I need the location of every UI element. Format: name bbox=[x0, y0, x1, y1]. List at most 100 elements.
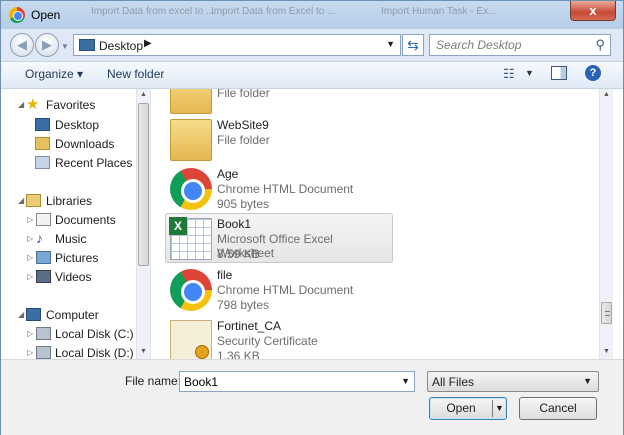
search-icon[interactable]: ⚲ bbox=[595, 37, 605, 53]
chevron-down-icon[interactable]: ▼ bbox=[495, 398, 504, 419]
pictures-icon bbox=[36, 251, 51, 264]
hard-drive-icon bbox=[36, 346, 51, 359]
computer-icon bbox=[26, 308, 41, 321]
expand-icon[interactable]: ▷ bbox=[27, 253, 33, 262]
collapse-icon[interactable]: ◢ bbox=[18, 196, 24, 205]
file-item[interactable]: File folder bbox=[165, 89, 393, 117]
tree-scrollbar[interactable]: ▲ ▼ bbox=[136, 89, 150, 359]
organize-button[interactable]: Organize ▾ bbox=[25, 67, 83, 81]
downloads-folder-icon bbox=[35, 137, 50, 150]
tree-label: Local Disk (D:) bbox=[55, 346, 134, 360]
refresh-button[interactable]: ⇆ bbox=[402, 34, 424, 56]
new-folder-button[interactable]: New folder bbox=[107, 67, 164, 81]
chevron-down-icon[interactable]: ▼ bbox=[401, 376, 410, 386]
tree-label: Downloads bbox=[55, 137, 115, 151]
recent-pages-dropdown[interactable]: ▼ bbox=[61, 42, 69, 51]
chevron-down-icon[interactable]: ▼ bbox=[386, 39, 395, 49]
file-name-input[interactable] bbox=[184, 375, 384, 389]
scroll-up-icon[interactable]: ▲ bbox=[140, 91, 147, 98]
open-label: Open bbox=[446, 401, 476, 415]
chrome-icon bbox=[170, 168, 212, 210]
videos-icon bbox=[36, 270, 51, 283]
tree-item-pictures[interactable]: ▷ Pictures bbox=[1, 249, 136, 268]
title-bar: Open Import Data from excel to ... Impor… bbox=[1, 1, 623, 29]
scroll-thumb[interactable] bbox=[601, 302, 612, 324]
tree-label: Computer bbox=[46, 308, 99, 322]
file-type-value: All Files bbox=[432, 375, 475, 389]
address-location[interactable]: Desktop bbox=[99, 39, 143, 53]
expand-icon[interactable]: ▷ bbox=[27, 215, 33, 224]
grip-icon bbox=[605, 311, 610, 316]
file-item[interactable]: Fortinet_CA Security Certificate 1.36 KB bbox=[165, 315, 393, 359]
background-tab: Import Data from Excel to ... bbox=[211, 6, 336, 17]
file-item[interactable]: WebSite9 File folder bbox=[165, 114, 393, 164]
file-name-combobox[interactable]: ▼ bbox=[179, 371, 415, 392]
background-tab: Import Human Task - Ex... bbox=[381, 6, 497, 17]
tree-item-recent-places[interactable]: Recent Places bbox=[1, 154, 136, 173]
tree-label: Desktop bbox=[55, 118, 100, 132]
star-icon: ★ bbox=[26, 96, 40, 113]
expand-icon[interactable]: ▷ bbox=[27, 348, 33, 357]
tree-item-documents[interactable]: ▷ Documents bbox=[1, 211, 136, 230]
file-type: File folder bbox=[217, 133, 270, 147]
view-options-icon[interactable]: ☷ bbox=[503, 66, 515, 82]
split-divider bbox=[492, 400, 493, 417]
file-name: Fortinet_CA bbox=[217, 319, 282, 333]
file-list: File folder WebSite9 File folder Age Chr… bbox=[152, 89, 599, 359]
background-tab: Import Data from excel to ... bbox=[91, 6, 215, 17]
tree-item-music[interactable]: ▷ ♪ Music bbox=[1, 230, 136, 249]
expand-icon[interactable]: ▷ bbox=[27, 234, 33, 243]
chevron-down-icon[interactable]: ▼ bbox=[525, 68, 534, 78]
scroll-thumb[interactable] bbox=[138, 103, 149, 266]
folder-icon bbox=[170, 119, 212, 161]
tree-item-videos[interactable]: ▷ Videos bbox=[1, 268, 136, 287]
expand-icon[interactable]: ▷ bbox=[27, 272, 33, 281]
chrome-app-icon bbox=[9, 7, 25, 23]
expand-icon[interactable]: ▷ bbox=[27, 329, 33, 338]
refresh-icon: ⇆ bbox=[407, 37, 419, 53]
chrome-icon bbox=[170, 269, 212, 311]
tree-item-local-disk-c[interactable]: ▷ Local Disk (C:) bbox=[1, 325, 136, 344]
tree-label: Music bbox=[55, 232, 87, 246]
search-box[interactable]: ⚲ bbox=[429, 34, 611, 56]
tree-item-desktop[interactable]: Desktop bbox=[1, 116, 136, 135]
file-item[interactable]: file Chrome HTML Document 798 bytes bbox=[165, 264, 393, 314]
tree-libraries[interactable]: ◢ Libraries bbox=[1, 192, 136, 211]
search-input[interactable] bbox=[436, 38, 586, 52]
scroll-down-icon[interactable]: ▼ bbox=[603, 348, 610, 355]
file-type: Security Certificate bbox=[217, 334, 318, 348]
back-button[interactable]: ◀ bbox=[10, 33, 34, 57]
file-name-label: File name: bbox=[125, 374, 182, 388]
navigation-pane: ◢ ★ Favorites Desktop Downloads Recent P… bbox=[1, 89, 151, 360]
recent-places-icon bbox=[35, 156, 50, 169]
collapse-icon[interactable]: ◢ bbox=[18, 100, 24, 109]
tree-label: Documents bbox=[55, 213, 116, 227]
scroll-down-icon[interactable]: ▼ bbox=[140, 348, 147, 355]
desktop-icon bbox=[35, 118, 50, 131]
scroll-up-icon[interactable]: ▲ bbox=[603, 91, 610, 98]
file-name: Age bbox=[217, 167, 239, 181]
close-button[interactable]: x bbox=[570, 1, 616, 21]
collapse-icon[interactable]: ◢ bbox=[18, 310, 24, 319]
address-bar[interactable]: Desktop ▶ ▼ bbox=[73, 34, 401, 56]
file-list-scrollbar[interactable]: ▲ ▼ bbox=[599, 89, 613, 359]
desktop-icon bbox=[79, 39, 95, 51]
excel-badge-icon: X bbox=[169, 217, 187, 235]
file-size: 798 bytes bbox=[217, 298, 270, 312]
help-icon[interactable]: ? bbox=[585, 65, 601, 81]
cancel-button[interactable]: Cancel bbox=[519, 397, 597, 420]
chevron-right-icon[interactable]: ▶ bbox=[144, 38, 152, 49]
file-item-selected[interactable]: X Book1 Microsoft Office Excel Worksheet… bbox=[165, 213, 393, 263]
preview-pane-icon[interactable] bbox=[551, 66, 567, 80]
file-type: Chrome HTML Document bbox=[217, 182, 354, 196]
excel-icon: X bbox=[169, 217, 212, 260]
tree-favorites[interactable]: ◢ ★ Favorites bbox=[1, 96, 136, 115]
arrow-right-icon: ▶ bbox=[42, 37, 52, 52]
file-type-select[interactable]: All Files ▼ bbox=[427, 371, 599, 392]
tree-computer[interactable]: ◢ Computer bbox=[1, 306, 136, 325]
tree-item-downloads[interactable]: Downloads bbox=[1, 135, 136, 154]
dialog-footer: File name: ▼ All Files ▼ Open ▼ Cancel bbox=[1, 359, 623, 435]
file-item[interactable]: Age Chrome HTML Document 905 bytes bbox=[165, 163, 393, 213]
open-button[interactable]: Open ▼ bbox=[429, 397, 507, 420]
forward-button[interactable]: ▶ bbox=[35, 33, 59, 57]
